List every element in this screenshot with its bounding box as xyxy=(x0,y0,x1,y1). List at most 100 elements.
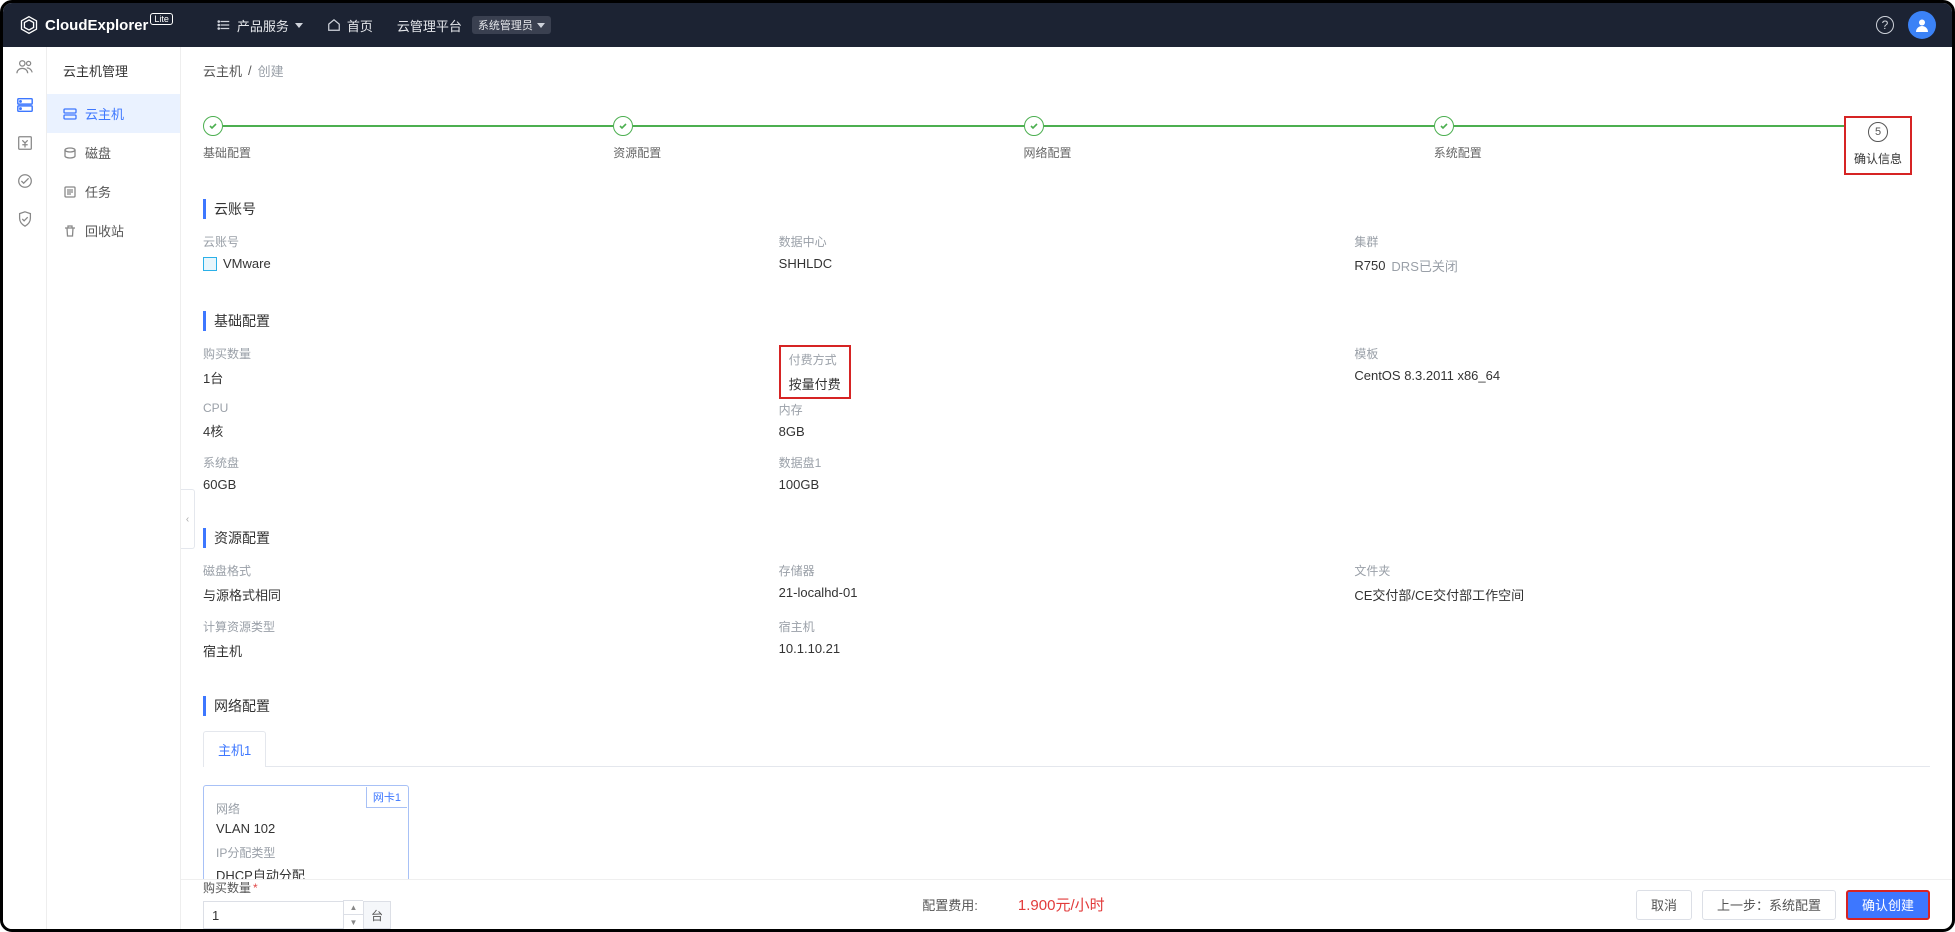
section-resource: 资源配置 磁盘格式 与源格式相同 存储器 21-localhd-01 xyxy=(203,528,1930,674)
check-circle-icon xyxy=(613,116,633,136)
rail-billing-icon[interactable] xyxy=(15,133,35,153)
field-label: 磁盘格式 xyxy=(203,562,779,579)
step-label: 基础配置 xyxy=(203,144,613,161)
breadcrumb-sep: / xyxy=(248,63,252,78)
role-pill[interactable]: 系统管理员 xyxy=(472,16,551,34)
nav-platform[interactable]: 云管理平台 系统管理员 xyxy=(397,16,551,35)
cost-label: 配置费用: xyxy=(922,895,978,914)
breadcrumb-root[interactable]: 云主机 xyxy=(203,61,242,80)
server-icon xyxy=(63,107,77,121)
logo-hex-icon xyxy=(19,15,39,35)
nav-product-services[interactable]: 产品服务 xyxy=(217,16,303,35)
field-value: 4核 xyxy=(203,421,779,440)
cost-value: 1.900元/小时 xyxy=(1018,894,1105,915)
field-label: 系统盘 xyxy=(203,454,779,471)
section-basic: 基础配置 购买数量 1台 付费方式 按量付费 xyxy=(203,311,1930,506)
field-value: 1台 xyxy=(203,368,779,387)
home-icon xyxy=(327,18,341,32)
sidebar-item-task[interactable]: 任务 xyxy=(47,172,180,211)
field-label: 存储器 xyxy=(779,562,1355,579)
brand-name: CloudExplorer xyxy=(45,17,148,34)
sidebar-item-label: 任务 xyxy=(85,182,111,201)
list-icon xyxy=(217,18,231,32)
sidebar: 云主机管理 云主机 磁盘 任务 回收站 xyxy=(47,47,181,929)
task-icon xyxy=(63,185,77,199)
field-label: 计算资源类型 xyxy=(203,618,779,635)
field-value: 100GB xyxy=(779,477,1355,492)
step-label: 确认信息 xyxy=(1854,150,1902,167)
section-title: 云账号 xyxy=(203,199,1930,219)
qty-stepper[interactable]: ▲ ▼ 台 xyxy=(203,900,391,929)
step-3: 网络配置 xyxy=(1024,116,1434,161)
field-label: 付费方式 xyxy=(789,351,841,368)
field-value: 10.1.10.21 xyxy=(779,641,1355,656)
sidebar-item-vm[interactable]: 云主机 xyxy=(47,94,180,133)
step-number-icon: 5 xyxy=(1868,122,1888,142)
chevron-down-icon xyxy=(537,23,545,28)
field-label: 宿主机 xyxy=(779,618,1355,635)
nav-home[interactable]: 首页 xyxy=(327,16,373,35)
brand-lite-badge: Lite xyxy=(150,13,173,25)
field-value: CE交付部/CE交付部工作空间 xyxy=(1354,585,1930,604)
section-title: 资源配置 xyxy=(203,528,1930,548)
sidebar-item-label: 云主机 xyxy=(85,104,124,123)
field-label: 购买数量 xyxy=(203,345,779,362)
qty-label: 购买数量* xyxy=(203,879,391,896)
nic-badge: 网卡1 xyxy=(366,787,407,808)
field-value: 与源格式相同 xyxy=(203,585,779,604)
step-5-highlight-box: 5 确认信息 xyxy=(1844,116,1912,175)
field-value: 8GB xyxy=(779,424,1355,439)
confirm-create-button[interactable]: 确认创建 xyxy=(1846,890,1930,920)
help-icon[interactable]: ? xyxy=(1876,16,1894,34)
breadcrumb: 云主机 / 创建 xyxy=(181,47,1952,90)
host-tab-1[interactable]: 主机1 xyxy=(203,731,266,767)
qty-up-button[interactable]: ▲ xyxy=(344,901,363,915)
field-label: 文件夹 xyxy=(1354,562,1930,579)
nav-platform-label: 云管理平台 xyxy=(397,16,462,35)
network-card: 网卡1 网络 VLAN 102 IP分配类型 DHCP自动分配 xyxy=(203,785,409,879)
top-bar: CloudExplorer Lite 产品服务 首页 云管理平台 系统管理员 ? xyxy=(3,3,1952,47)
section-account: 云账号 云账号 VMware 数据中心 SHHLDC 集群 xyxy=(203,199,1930,289)
step-1: 基础配置 xyxy=(203,116,613,161)
user-icon xyxy=(1914,17,1930,33)
sidebar-title: 云主机管理 xyxy=(47,47,180,94)
check-circle-icon xyxy=(1434,116,1454,136)
step-5: 5 确认信息 xyxy=(1844,116,1930,175)
main-content: 云主机 / 创建 基础配置 资源配置 xyxy=(181,47,1952,929)
field-value: CentOS 8.3.2011 x86_64 xyxy=(1354,368,1930,383)
footer-bar: 购买数量* ▲ ▼ 台 配置费用: 1.900元/小时 xyxy=(181,879,1952,929)
qty-input[interactable] xyxy=(203,901,343,929)
billing-highlight-box: 付费方式 按量付费 xyxy=(779,345,851,399)
field-value: DHCP自动分配 xyxy=(216,865,396,879)
disk-icon xyxy=(63,146,77,160)
rail-security-icon[interactable] xyxy=(15,209,35,229)
rail-ops-icon[interactable] xyxy=(15,171,35,191)
brand-logo[interactable]: CloudExplorer Lite xyxy=(19,15,177,35)
role-label: 系统管理员 xyxy=(478,17,533,33)
section-title: 网络配置 xyxy=(203,696,1930,716)
rail-users-icon[interactable] xyxy=(15,57,35,77)
section-title: 基础配置 xyxy=(203,311,1930,331)
qty-down-button[interactable]: ▼ xyxy=(344,915,363,929)
field-label: 集群 xyxy=(1354,233,1930,250)
check-circle-icon xyxy=(203,116,223,136)
step-label: 资源配置 xyxy=(613,144,1023,161)
sidebar-item-trash[interactable]: 回收站 xyxy=(47,211,180,250)
field-label: 数据中心 xyxy=(779,233,1355,250)
sidebar-item-disk[interactable]: 磁盘 xyxy=(47,133,180,172)
field-value: R750 DRS已关闭 xyxy=(1354,256,1930,275)
cancel-button[interactable]: 取消 xyxy=(1636,890,1692,920)
step-indicator: 基础配置 资源配置 网络配置 系统配置 xyxy=(203,116,1930,175)
breadcrumb-current: 创建 xyxy=(258,61,284,80)
field-label: 模板 xyxy=(1354,345,1930,362)
prev-step-button[interactable]: 上一步：系统配置 xyxy=(1702,890,1836,920)
field-label: CPU xyxy=(203,401,779,415)
field-value: 60GB xyxy=(203,477,779,492)
user-avatar[interactable] xyxy=(1908,11,1936,39)
host-tabs: 主机1 xyxy=(203,730,1930,767)
step-2: 资源配置 xyxy=(613,116,1023,161)
rail-server-icon[interactable] xyxy=(15,95,35,115)
step-4: 系统配置 xyxy=(1434,116,1844,161)
step-label: 系统配置 xyxy=(1434,144,1844,161)
vmware-icon xyxy=(203,257,217,271)
